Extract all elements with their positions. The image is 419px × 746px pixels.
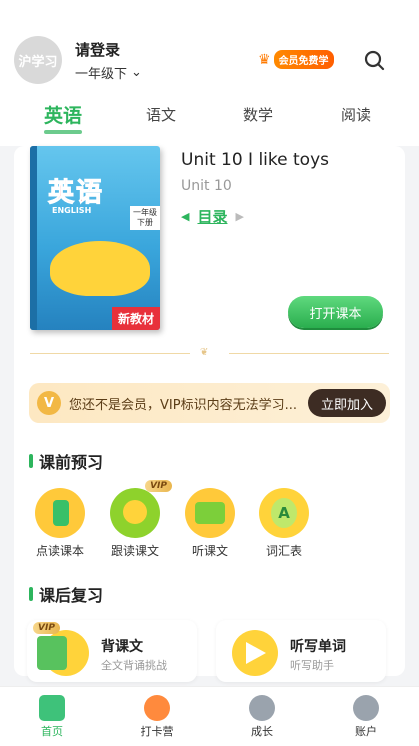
letter-a-icon: A (259, 488, 309, 538)
lightning-icon (249, 695, 275, 721)
vip-message: 您还不是会员，VIP标识内容无法学习... (69, 397, 297, 413)
microphone-icon: VIP (110, 480, 172, 538)
home-book-icon (39, 695, 65, 721)
feature-read-textbook[interactable]: 点读课本 (28, 488, 92, 559)
flag-icon (144, 695, 170, 721)
nav-label: 首页 (41, 725, 63, 738)
feature-follow-read[interactable]: VIP 跟读课文 (103, 480, 172, 559)
vip-tag: VIP (145, 480, 172, 492)
review-dictation[interactable]: 听写单词 听写助手 (216, 620, 386, 682)
tab-chinese[interactable]: 语文 (131, 104, 191, 125)
bottom-nav: 首页 打卡营 成长 账户 (0, 686, 419, 746)
feature-label: 听课文 (191, 544, 228, 558)
book-cover-subtitle: ENGLISH (52, 206, 92, 215)
feature-label: 点读课本 (35, 544, 84, 558)
grade-label: 一年级下 (75, 67, 128, 82)
nav-label: 打卡营 (140, 725, 174, 738)
review-subtitle: 全文背诵挑战 (101, 659, 167, 672)
book-cover[interactable]: 英语 ENGLISH 一年级 下册 新教材 (30, 146, 160, 330)
section-preview-title: 课前预习 (39, 453, 104, 472)
vip-v-icon: V (37, 391, 61, 415)
chevron-down-icon: ⌄ (131, 65, 142, 80)
review-subtitle: 听写助手 (290, 659, 334, 672)
vip-tag: VIP (33, 622, 60, 634)
section-review-title: 课后复习 (39, 586, 104, 605)
toc-link[interactable]: 目录 (197, 206, 227, 227)
book-illustration (50, 241, 150, 296)
vip-free-badge[interactable]: ♛ 会员免费学 (258, 50, 334, 69)
radio-icon (185, 488, 235, 538)
nav-label: 成长 (251, 725, 273, 738)
active-tab-indicator (44, 130, 82, 134)
book-grade-tag: 一年级 下册 (130, 206, 160, 230)
vip-banner[interactable]: V 您还不是会员，VIP标识内容无法学习... 立即加入 (29, 383, 390, 423)
toc-nav: ◀ 目录 ▶ (181, 206, 244, 227)
grade-selector[interactable]: 一年级下 ⌄ (75, 63, 142, 82)
review-title: 听写单词 (290, 639, 346, 655)
review-recite-text[interactable]: VIP 背课文 全文背诵挑战 (27, 620, 197, 682)
subject-tabs: 英语 语文 数学 阅读 (0, 98, 419, 138)
unit-title: Unit 10 I like toys (181, 150, 329, 170)
section-review: 课后复习 (29, 582, 103, 606)
nav-account[interactable]: 账户 (336, 695, 396, 739)
open-textbook-button[interactable]: 打开课本 (288, 296, 383, 328)
nav-growth[interactable]: 成长 (232, 695, 292, 739)
search-icon[interactable] (363, 49, 385, 71)
avatar[interactable]: 沪学习 (14, 36, 62, 84)
feature-label: 词汇表 (265, 544, 302, 558)
ornamental-divider: ❦ (30, 347, 389, 358)
nav-label: 账户 (355, 725, 377, 738)
feature-listen-text[interactable]: 听课文 (178, 488, 242, 559)
unit-subtitle: Unit 10 (181, 178, 232, 194)
review-title: 背课文 (101, 639, 143, 655)
feature-vocabulary[interactable]: A 词汇表 (252, 488, 316, 559)
feature-label: 跟读课文 (110, 544, 159, 558)
tab-reading[interactable]: 阅读 (326, 104, 386, 125)
nav-checkin[interactable]: 打卡营 (127, 695, 187, 739)
book-touch-icon (35, 488, 85, 538)
new-edition-tag: 新教材 (111, 307, 160, 330)
crown-icon: ♛ (258, 51, 271, 68)
tab-math[interactable]: 数学 (228, 104, 288, 125)
login-link[interactable]: 请登录 (75, 39, 120, 60)
section-preview: 课前预习 (29, 449, 103, 473)
book-cover-title: 英语 (47, 178, 105, 209)
book-spine (30, 146, 37, 330)
vip-free-label: 会员免费学 (273, 50, 334, 69)
nav-home[interactable]: 首页 (22, 695, 82, 739)
triangle-right-icon[interactable]: ▶ (235, 210, 243, 223)
join-button[interactable]: 立即加入 (308, 389, 386, 417)
tab-english[interactable]: 英语 (33, 101, 93, 128)
play-icon (232, 630, 278, 676)
triangle-left-icon[interactable]: ◀ (181, 210, 189, 223)
user-icon (353, 695, 379, 721)
book-recite-icon (37, 630, 89, 676)
